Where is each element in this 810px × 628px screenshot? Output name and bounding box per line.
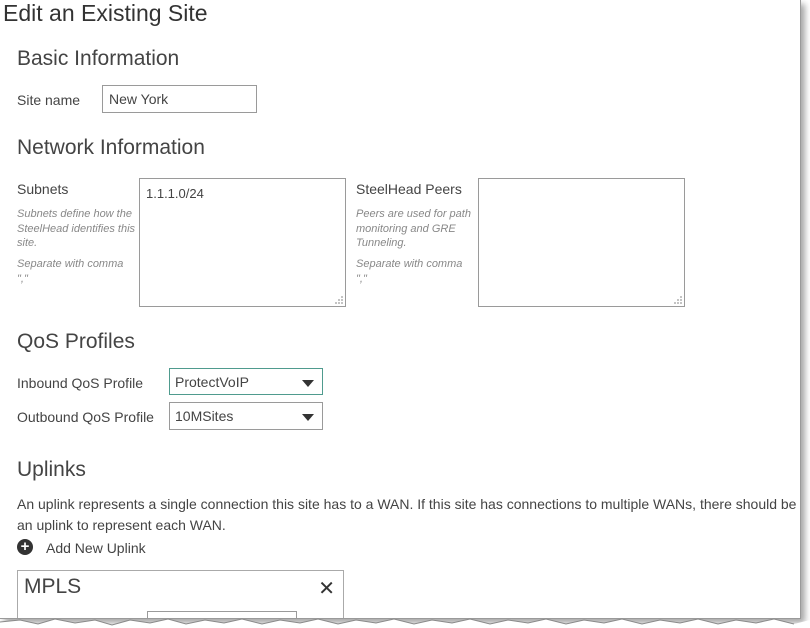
subnets-hint: Subnets define how the SteelHead identif… (17, 208, 136, 249)
page-title: Edit an Existing Site (3, 0, 208, 26)
steelhead-peers-textarea[interactable] (478, 178, 685, 307)
inbound-qos-value: ProtectVoIP (175, 374, 249, 390)
subnets-separator-hint: Separate with comma "," (17, 258, 124, 285)
peers-separator-hint: Separate with comma "," (356, 258, 463, 285)
outbound-qos-select[interactable]: 10MSites (169, 402, 323, 430)
subnets-value: 1.1.1.0/24 (146, 186, 204, 201)
resize-grip-icon[interactable] (333, 294, 343, 304)
subnets-label: Subnets (17, 181, 69, 197)
add-new-uplink-link[interactable]: Add New Uplink (46, 540, 146, 556)
outbound-qos-label: Outbound QoS Profile (17, 409, 154, 425)
network-information-heading: Network Information (17, 136, 205, 159)
uplink-card-title: MPLS (24, 575, 82, 598)
qos-profiles-heading: QoS Profiles (17, 330, 135, 353)
uplinks-description: An uplink represents a single connection… (17, 496, 797, 533)
chevron-down-icon (302, 414, 314, 421)
subnets-textarea[interactable]: 1.1.1.0/24 (139, 178, 346, 307)
close-icon[interactable]: ✕ (318, 576, 335, 601)
steelhead-peers-label: SteelHead Peers (356, 181, 462, 197)
inbound-qos-label: Inbound QoS Profile (17, 375, 144, 391)
uplink-field[interactable] (147, 611, 297, 618)
chevron-down-icon (302, 380, 314, 387)
site-name-input[interactable]: New York (102, 85, 257, 113)
inbound-qos-select[interactable]: ProtectVoIP (169, 368, 323, 395)
edit-site-panel: Edit an Existing Site Basic Information … (0, 0, 801, 619)
peers-hint: Peers are used for path monitoring and G… (356, 208, 471, 249)
resize-grip-icon[interactable] (672, 294, 682, 304)
basic-information-heading: Basic Information (17, 47, 180, 70)
uplinks-heading: Uplinks (17, 458, 86, 481)
uplink-card: MPLS ✕ (17, 570, 344, 618)
site-name-label: Site name (17, 92, 81, 108)
plus-circle-icon[interactable]: + (17, 539, 33, 555)
outbound-qos-value: 10MSites (175, 408, 234, 424)
